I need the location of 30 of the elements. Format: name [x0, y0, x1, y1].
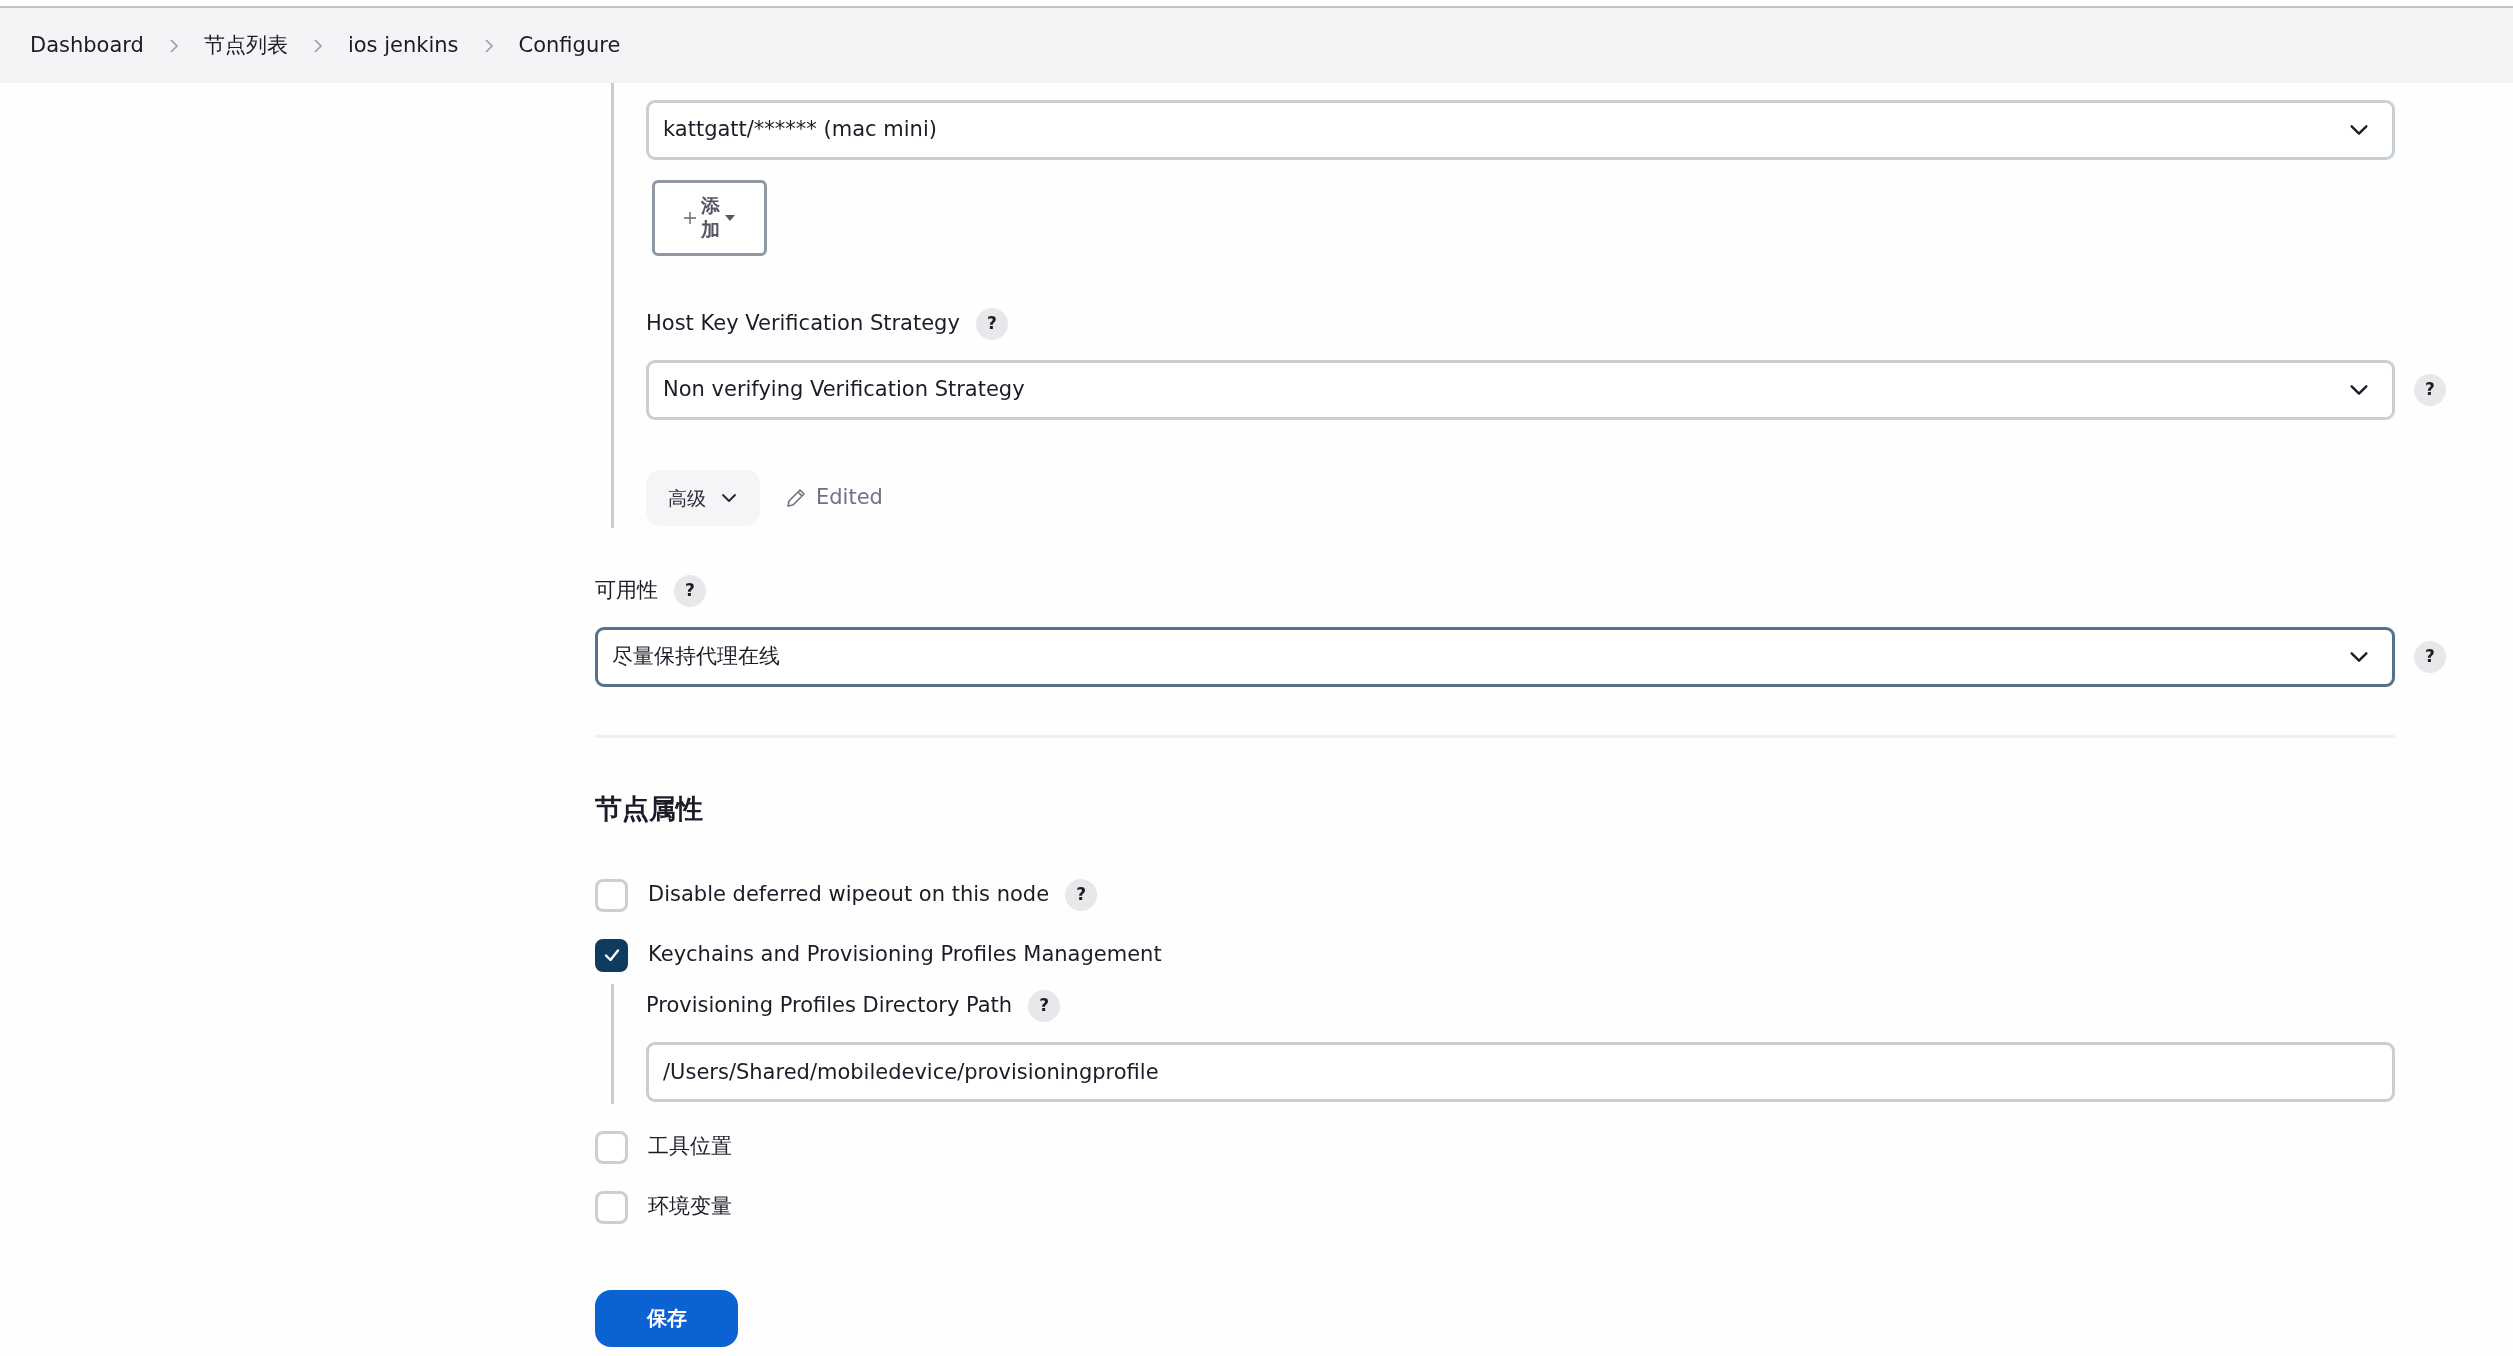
checkbox-label: 工具位置 [648, 1133, 732, 1161]
help-icon[interactable]: ? [1065, 879, 1098, 911]
plus-icon [683, 211, 697, 225]
field-label: Provisioning Profiles Directory Path [646, 991, 1013, 1019]
checkbox-label: Disable deferred wipeout on this node [648, 881, 1050, 909]
help-icon[interactable]: ? [674, 575, 706, 607]
help-icon[interactable]: ? [2414, 641, 2446, 673]
help-icon[interactable]: ? [1028, 989, 1061, 1022]
field-label: 可用性 [595, 577, 658, 605]
breadcrumb-link[interactable]: Configure [518, 29, 621, 62]
field-label: Host Key Verification Strategy [646, 310, 960, 338]
breadcrumb-link[interactable]: Dashboard [30, 29, 144, 62]
text-field[interactable]: /Users/Shared/mobiledevice/provisioningprofile [646, 1041, 2395, 1102]
section-heading: 节点属性 [595, 792, 704, 826]
breadcrumb-link[interactable]: ios jenkins [347, 29, 459, 62]
edited-label: Edited [816, 484, 883, 512]
checkbox[interactable] [595, 938, 628, 972]
dropdown[interactable]: Non verifying Verification Strategy [646, 360, 2395, 420]
pencil-icon [784, 486, 808, 510]
checkbox-label: 环境变量 [648, 1193, 732, 1221]
caret-down-icon [724, 214, 736, 222]
dropdown[interactable]: kattgatt/****** (mac mini) [646, 100, 2395, 160]
checkbox-label: Keychains and Provisioning Profiles Management [648, 941, 1162, 969]
dropdown[interactable]: 尽量保持代理在线 [595, 627, 2395, 687]
add-button[interactable]: 添加 [652, 180, 767, 256]
help-icon[interactable]: ? [975, 308, 1008, 340]
breadcrumb-link[interactable]: 节点列表 [203, 29, 288, 62]
save-button[interactable]: 保存 [595, 1289, 738, 1347]
help-icon[interactable]: ? [2414, 374, 2446, 406]
advanced-button[interactable]: 高级 [646, 470, 760, 526]
